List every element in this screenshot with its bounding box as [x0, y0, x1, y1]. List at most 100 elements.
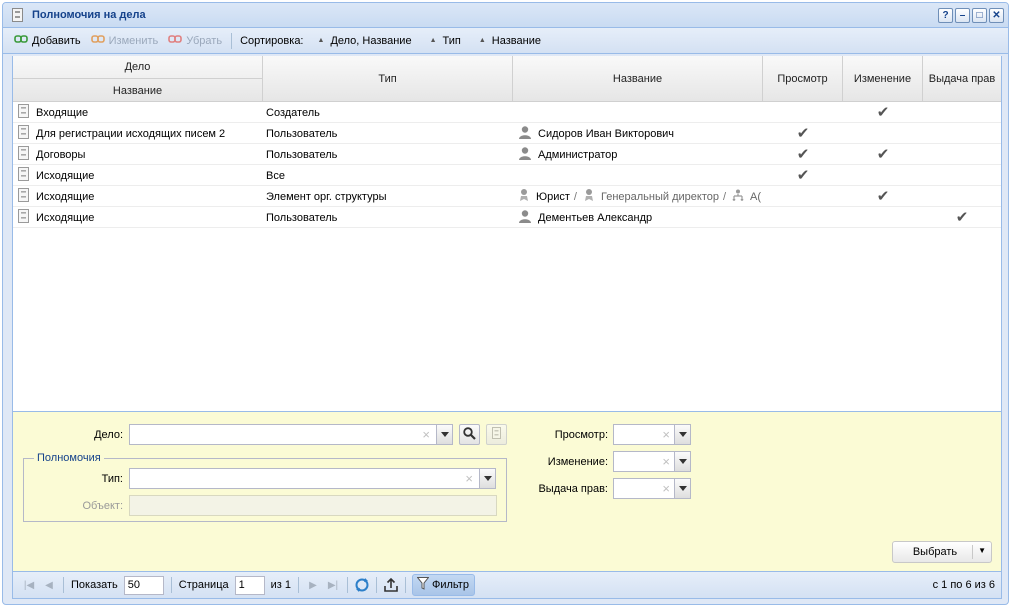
header-case-name[interactable]: Название — [13, 79, 263, 102]
table-row[interactable]: Исходящие Пользователь Дементьев Александр… — [13, 207, 1001, 228]
sort-option-label: Дело, Название — [330, 34, 412, 47]
chevron-down-icon[interactable] — [479, 468, 496, 489]
case-name: Исходящие — [36, 169, 95, 182]
minimize-icon[interactable]: – — [955, 8, 970, 23]
table-row[interactable]: Исходящие Все ✔ — [13, 165, 1001, 186]
window-title: Полномочия на дела — [32, 9, 146, 21]
change-cell: ✔ — [843, 102, 923, 123]
header-grant[interactable]: Выдача прав — [923, 56, 1001, 102]
pager-separator — [405, 577, 406, 593]
page-label: Страница — [178, 579, 229, 591]
grant-cell — [923, 144, 1001, 165]
case-name: Для регистрации исходящих писем 2 — [36, 127, 226, 140]
next-page-icon[interactable]: ▶ — [303, 575, 323, 595]
last-page-icon[interactable]: ▶| — [323, 575, 343, 595]
maximize-icon[interactable]: □ — [972, 8, 987, 23]
user-icon — [518, 209, 532, 226]
add-button[interactable]: Добавить — [9, 31, 86, 51]
header-change[interactable]: Изменение — [843, 56, 923, 102]
type-combo[interactable]: × — [129, 468, 496, 489]
grant-cell — [923, 165, 1001, 186]
object-path-segment: А( — [750, 190, 761, 203]
close-icon[interactable]: ✕ — [989, 8, 1004, 23]
filter-toggle-button[interactable]: Фильтр — [412, 574, 475, 596]
edit-button[interactable]: Изменить — [86, 31, 164, 51]
page-number-input[interactable]: 1 — [234, 575, 265, 595]
view-cell: ✔ — [763, 144, 843, 165]
user-icon — [518, 146, 532, 163]
page-size-input[interactable]: 50 — [123, 575, 164, 595]
case-name-cell: Исходящие — [18, 165, 263, 186]
object-field[interactable] — [129, 495, 497, 516]
clear-icon[interactable]: × — [662, 454, 670, 469]
open-case-button[interactable] — [486, 424, 507, 445]
change-combo[interactable]: × — [613, 451, 691, 472]
checkmark-icon: ✔ — [955, 209, 969, 226]
paging-toolbar: |◀ ◀ Показать 50 Страница 1 из 1 ▶ ▶| Фи… — [12, 571, 1002, 599]
view-cell — [763, 186, 843, 207]
sort-option-label: Тип — [442, 34, 461, 47]
chevron-down-icon[interactable] — [674, 478, 691, 499]
header-type[interactable]: Тип — [263, 56, 513, 102]
view-cell: ✔ — [763, 123, 843, 144]
add-label: Добавить — [32, 34, 81, 47]
chevron-down-icon[interactable] — [674, 451, 691, 472]
case-folder-icon — [18, 167, 29, 184]
path-separator: / — [722, 190, 727, 203]
funnel-icon — [416, 577, 430, 593]
chevron-down-icon[interactable]: ▼ — [978, 546, 986, 555]
object-cell: Администратор — [516, 144, 761, 165]
case-label: Дело: — [94, 429, 123, 441]
chevron-down-icon[interactable] — [436, 424, 453, 445]
first-page-icon[interactable]: |◀ — [19, 575, 39, 595]
permissions-grid: Дело Название Тип Название Просмотр Изме… — [12, 56, 1002, 413]
help-icon[interactable]: ? — [938, 8, 953, 23]
case-name-cell: Исходящие — [18, 186, 263, 207]
grant-cell — [923, 102, 1001, 123]
sort-type-button[interactable]: ▲ Тип — [422, 35, 471, 47]
grant-combo[interactable]: × — [613, 478, 691, 499]
type-cell: Пользователь — [266, 127, 338, 140]
remove-button[interactable]: Убрать — [163, 31, 227, 51]
sort-case-name-button[interactable]: ▲ Дело, Название — [310, 35, 422, 47]
clear-icon[interactable]: × — [465, 471, 473, 486]
header-case[interactable]: Дело — [13, 56, 263, 79]
object-cell: Сидоров Иван Викторович — [516, 123, 761, 144]
table-row[interactable]: Для регистрации исходящих писем 2 Пользов… — [13, 123, 1001, 144]
object-cell — [516, 102, 761, 123]
pager-separator — [376, 577, 377, 593]
sort-label: Сортировка: — [240, 34, 304, 47]
change-cell: ✔ — [843, 186, 923, 207]
case-folder-icon — [492, 427, 501, 442]
select-button-label: Выбрать — [912, 546, 958, 558]
search-button[interactable] — [459, 424, 480, 445]
case-name-cell: Исходящие — [18, 207, 263, 228]
table-row[interactable]: Входящие Создатель ✔ — [13, 102, 1001, 123]
position-icon — [518, 188, 530, 205]
select-button[interactable]: Выбрать ▼ — [892, 541, 992, 563]
clear-icon[interactable]: × — [662, 481, 670, 496]
object-label: Объект: — [82, 500, 123, 512]
view-cell: ✔ — [763, 165, 843, 186]
table-row[interactable]: Договоры Пользователь Администратор ✔ ✔ — [13, 144, 1001, 165]
case-combo[interactable]: × — [129, 424, 453, 445]
case-folder-icon — [18, 188, 29, 205]
case-name-cell: Для регистрации исходящих писем 2 — [18, 123, 263, 144]
view-combo[interactable]: × — [613, 424, 691, 445]
search-icon — [463, 426, 476, 443]
export-icon[interactable] — [381, 575, 401, 595]
pager-separator — [347, 577, 348, 593]
clear-icon[interactable]: × — [422, 427, 430, 442]
header-name[interactable]: Название — [513, 56, 763, 102]
case-name-cell: Входящие — [18, 102, 263, 123]
prev-page-icon[interactable]: ◀ — [39, 575, 59, 595]
object-path-segment: Юрист — [536, 190, 570, 203]
clear-icon[interactable]: × — [662, 427, 670, 442]
refresh-icon[interactable] — [352, 575, 372, 595]
chevron-down-icon[interactable] — [674, 424, 691, 445]
table-row[interactable]: Исходящие Элемент орг. структуры Юрист / Ген… — [13, 186, 1001, 207]
header-view[interactable]: Просмотр — [763, 56, 843, 102]
type-label: Тип: — [101, 473, 123, 485]
sort-name-button[interactable]: ▲ Название — [471, 35, 551, 47]
org-unit-icon — [732, 189, 744, 204]
